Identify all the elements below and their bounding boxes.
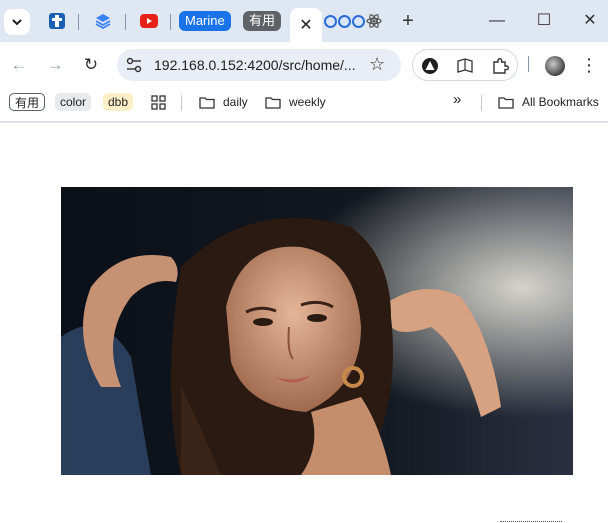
folder-icon xyxy=(199,96,215,109)
all-bookmarks-label: All Bookmarks xyxy=(522,95,599,109)
page-content xyxy=(0,123,608,523)
apps-shortcut[interactable] xyxy=(151,92,166,112)
portrait-photo xyxy=(61,187,573,475)
folder-label: daily xyxy=(223,95,248,109)
extension-1[interactable] xyxy=(421,57,439,75)
extensions-group xyxy=(412,49,518,81)
triangle-logo-icon xyxy=(422,58,438,74)
bookmark-folder-weekly[interactable]: weekly xyxy=(265,92,326,112)
tab-favicon-icon xyxy=(338,14,351,28)
bookmark-chip-youyong[interactable]: 有用 xyxy=(9,93,46,111)
tab-strip: Marine 有用 ✕ + — ☐ ✕ xyxy=(0,0,608,42)
folder-icon xyxy=(498,96,514,109)
extensions-button[interactable] xyxy=(491,57,509,75)
reader-icon xyxy=(457,58,473,73)
forward-button[interactable]: → xyxy=(44,54,66,76)
url-text[interactable]: 192.168.0.152:4200/src/home/... xyxy=(154,57,356,73)
close-window-button[interactable]: ✕ xyxy=(580,11,600,31)
tab-search-button[interactable] xyxy=(4,9,30,35)
pinned-tab-2[interactable] xyxy=(92,10,114,32)
browser-chrome: Marine 有用 ✕ + — ☐ ✕ ← → ↻ 192.168.0.152:… xyxy=(0,0,608,123)
active-tab[interactable]: ✕ xyxy=(290,8,322,42)
minimize-button[interactable]: — xyxy=(487,11,507,31)
puzzle-icon xyxy=(493,58,509,74)
bookmark-star-icon[interactable]: ☆ xyxy=(369,54,385,75)
pinned-tab-1[interactable] xyxy=(46,10,68,32)
toolbar-separator xyxy=(528,56,529,72)
toolbar: ← → ↻ 192.168.0.152:4200/src/home/... ☆ … xyxy=(0,42,608,88)
atom-icon xyxy=(366,14,382,28)
bookmark-chip-dbb[interactable]: dbb xyxy=(103,93,134,111)
back-button[interactable]: ← xyxy=(8,54,30,76)
folder-label: weekly xyxy=(289,95,326,109)
divider-line xyxy=(500,521,562,522)
all-bookmarks-button[interactable]: All Bookmarks xyxy=(498,92,599,112)
layers-icon xyxy=(95,14,111,30)
tab-marine[interactable]: Marine xyxy=(179,11,231,31)
address-bar[interactable]: 192.168.0.152:4200/src/home/... ☆ xyxy=(117,49,401,81)
bookmarks-bar: 有用 color dbb daily weekly » All Bookmark… xyxy=(0,88,608,122)
extension-2[interactable] xyxy=(456,57,474,75)
browser-menu-button[interactable]: ⋮ xyxy=(580,54,598,76)
maximize-button[interactable]: ☐ xyxy=(534,11,554,31)
profile-avatar[interactable] xyxy=(545,56,565,76)
bookmark-chip-color[interactable]: color xyxy=(55,93,92,111)
bookmarks-overflow-button[interactable]: » xyxy=(448,91,466,109)
tab-favicon-icon xyxy=(324,14,337,28)
apps-grid-icon xyxy=(151,94,166,110)
new-tab-button[interactable]: + xyxy=(398,10,418,32)
chevron-down-icon xyxy=(12,19,22,26)
bookmark-folder-daily[interactable]: daily xyxy=(199,92,248,112)
bookmarks-separator xyxy=(481,95,482,111)
tab-separator xyxy=(78,14,79,30)
reload-button[interactable]: ↻ xyxy=(80,54,102,76)
youtube-icon xyxy=(140,14,158,28)
tab-separator xyxy=(170,14,171,30)
folder-icon xyxy=(265,96,281,109)
tab-favicon-icon xyxy=(352,14,365,28)
close-tab-icon[interactable]: ✕ xyxy=(299,15,312,35)
tab-separator xyxy=(125,14,126,30)
tab-youyong[interactable]: 有用 xyxy=(243,11,282,31)
site-settings-icon[interactable] xyxy=(125,56,143,74)
grouped-tabs[interactable] xyxy=(324,12,382,30)
app-logo-icon xyxy=(49,13,65,29)
pinned-tab-youtube[interactable] xyxy=(138,10,160,32)
portrait-image xyxy=(61,187,573,475)
bookmarks-separator xyxy=(181,95,182,111)
